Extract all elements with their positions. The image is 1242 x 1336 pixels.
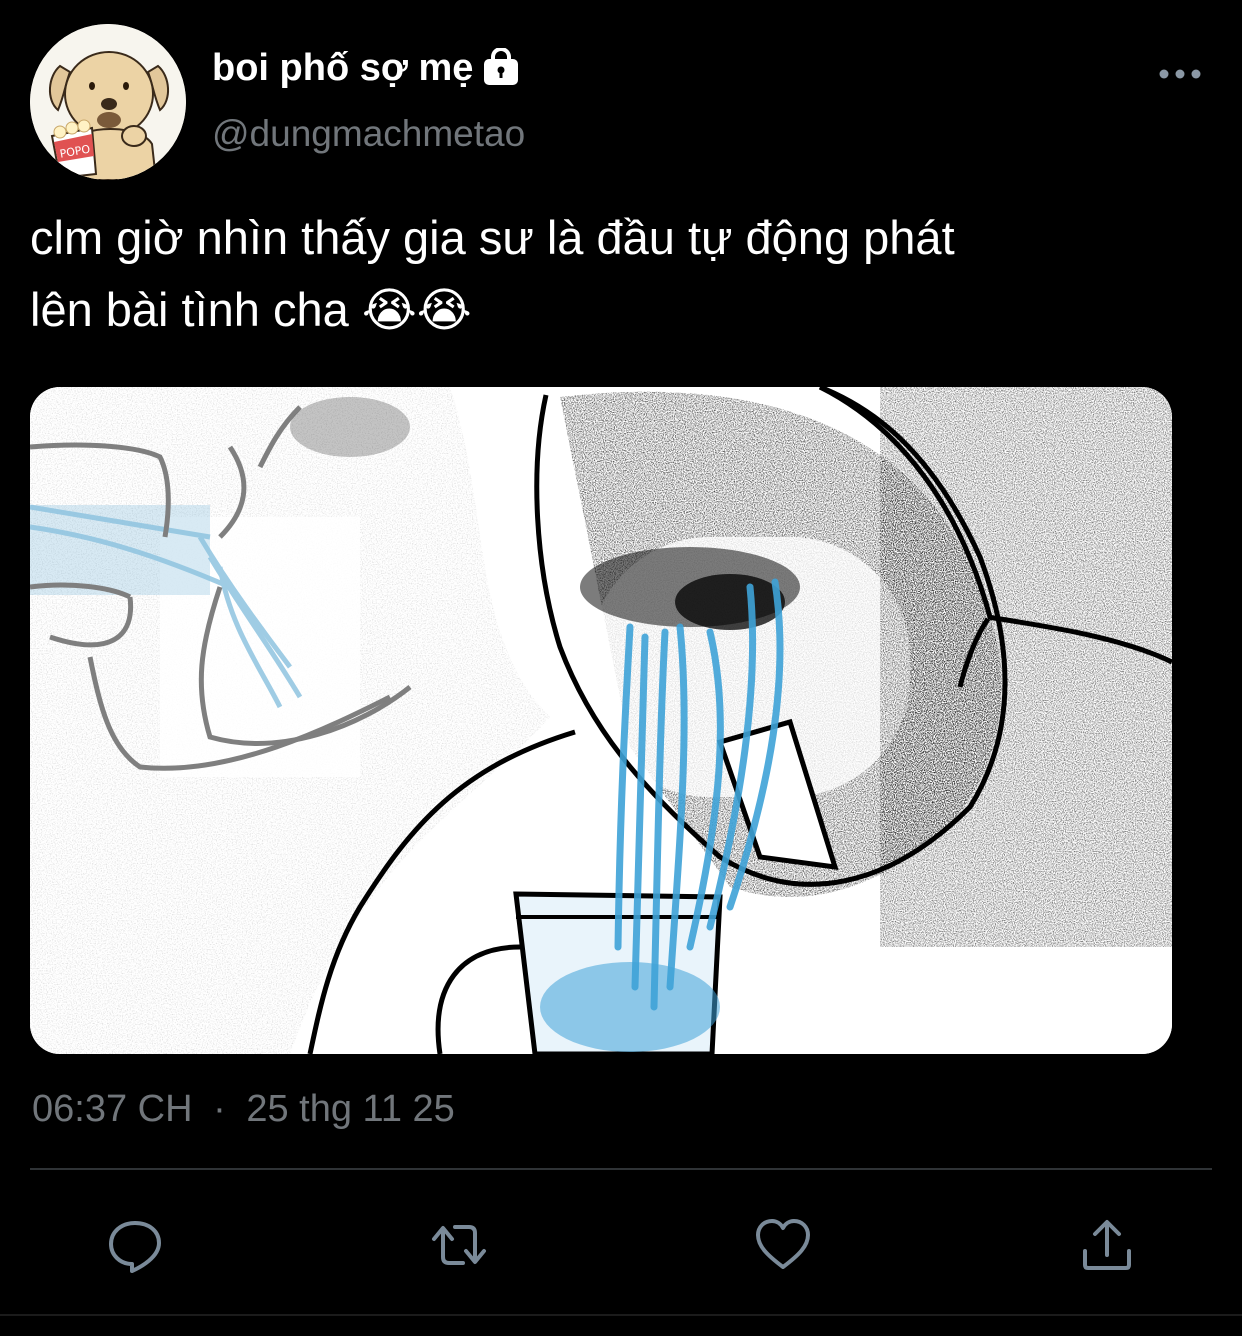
more-horizontal-icon	[1159, 69, 1201, 79]
author-handle[interactable]: @dungmachmetao	[212, 110, 525, 158]
like-button[interactable]	[748, 1210, 818, 1280]
retweet-button[interactable]	[424, 1210, 494, 1280]
tweet-date: 25 thg 11 25	[246, 1088, 455, 1130]
reply-icon	[109, 1221, 161, 1273]
lock-icon	[481, 48, 521, 88]
tweet-detail: POPO boi phố sợ mẹ @dungmachmetao clm gi…	[0, 0, 1242, 1336]
display-name[interactable]: boi phố sợ mẹ	[212, 44, 473, 92]
crying-drawing-image	[30, 387, 1172, 1054]
retweet-icon	[432, 1225, 486, 1265]
heart-icon	[756, 1219, 810, 1269]
divider	[30, 1168, 1212, 1170]
avatar[interactable]: POPO	[30, 24, 186, 180]
share-icon	[1083, 1220, 1131, 1270]
bottom-edge	[0, 1314, 1242, 1336]
tweet-actions-bar	[0, 1200, 1242, 1290]
tweet-timestamp[interactable]: 06:37 CH · 25 thg 11 25	[32, 1084, 455, 1134]
tweet-media-image[interactable]	[30, 387, 1172, 1054]
reply-button[interactable]	[100, 1210, 170, 1280]
tweet-text: clm giờ nhìn thấy gia sư là đầu tự động …	[30, 211, 955, 336]
tweet-time: 06:37 CH	[32, 1088, 193, 1130]
share-button[interactable]	[1072, 1210, 1142, 1280]
dog-avatar-icon: POPO	[30, 24, 186, 180]
more-options-button[interactable]	[1152, 54, 1208, 94]
timestamp-separator: ·	[213, 1088, 226, 1130]
author-name-row: boi phố sợ mẹ	[212, 44, 521, 92]
